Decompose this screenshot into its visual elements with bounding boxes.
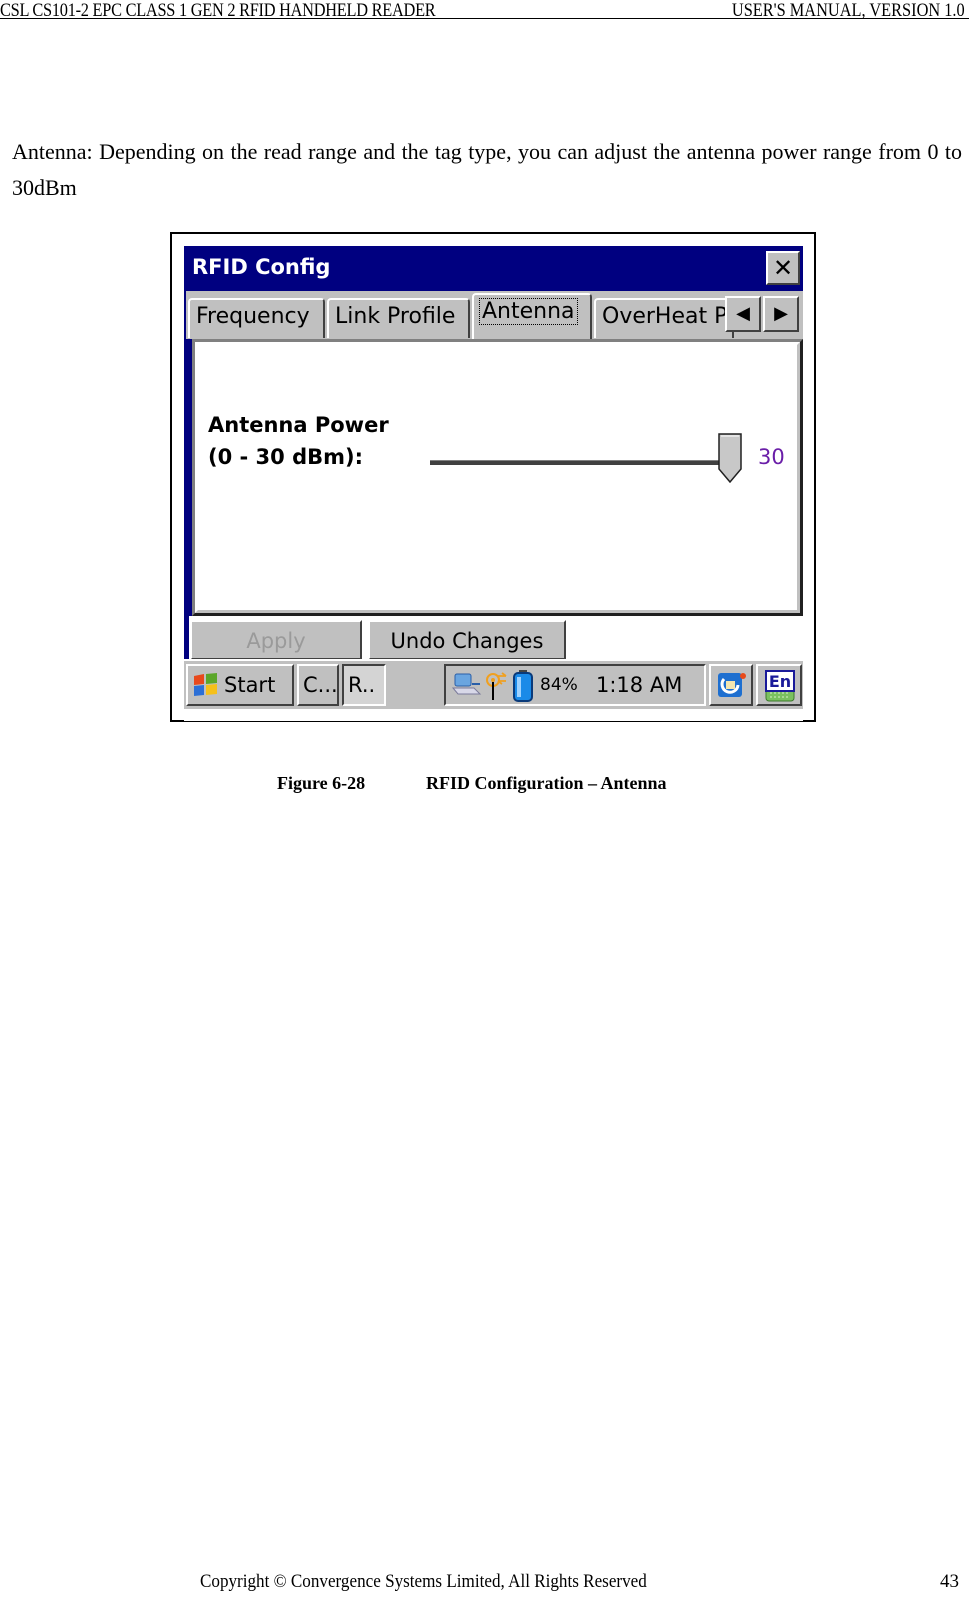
tab-scroll-right-button[interactable]: ▶ (763, 296, 799, 332)
input-language-button[interactable]: En (756, 664, 802, 706)
close-icon: ✕ (772, 254, 794, 282)
taskbar-task-c[interactable]: C... (297, 664, 339, 706)
system-tray: 84% 1:18 AM (444, 664, 706, 706)
tab-overheat[interactable]: OverHeat P (594, 298, 734, 338)
tab-frequency[interactable]: Frequency (188, 298, 325, 338)
activesync-icon (718, 673, 746, 697)
taskbar-task-r[interactable]: R.. (342, 664, 386, 706)
battery-icon[interactable] (512, 669, 534, 703)
activesync-button[interactable] (709, 664, 753, 706)
windows-logo-icon (194, 673, 217, 696)
tab-scroll-left-button[interactable]: ◀ (725, 296, 761, 332)
tab-label: OverHeat P (602, 304, 728, 329)
tab-antenna[interactable]: Antenna (472, 293, 592, 339)
window-title: RFID Config (192, 255, 331, 279)
arrow-right-icon: ▶ (774, 303, 788, 324)
rfid-config-window: RFID Config ✕ Frequency Link Profile Ant… (184, 246, 803, 660)
input-language-en-icon: En (765, 670, 795, 702)
close-button[interactable]: ✕ (766, 251, 800, 285)
copyright-footer: Copyright © Convergence Systems Limited,… (200, 1571, 647, 1592)
battery-percent: 84% (540, 675, 578, 695)
body-paragraph: Antenna: Depending on the read range and… (12, 139, 962, 200)
apply-button[interactable]: Apply (190, 620, 362, 660)
tab-link-profile[interactable]: Link Profile (327, 298, 470, 338)
clock[interactable]: 1:18 AM (596, 666, 682, 704)
start-label: Start (224, 673, 276, 697)
title-bar: RFID Config ✕ (184, 246, 803, 291)
antenna-panel: Antenna Power (0 - 30 dBm): 30 (192, 339, 803, 616)
tab-label: Frequency (196, 304, 310, 329)
antenna-power-slider-track[interactable] (430, 460, 730, 466)
start-button[interactable]: Start (186, 664, 294, 706)
header-rule (0, 18, 969, 19)
antenna-power-value: 30 (758, 445, 785, 469)
undo-changes-button[interactable]: Undo Changes (368, 620, 566, 660)
tab-label: Antenna (479, 298, 578, 325)
tab-strip: Frequency Link Profile Antenna OverHeat … (186, 291, 803, 339)
antenna-power-slider-thumb[interactable] (718, 433, 742, 483)
tab-label: Link Profile (335, 304, 456, 329)
page-number: 43 (940, 1571, 959, 1592)
action-button-row: Apply Undo Changes (184, 616, 803, 660)
svg-text:En: En (769, 672, 791, 691)
device-screenshot: RFID Config ✕ Frequency Link Profile Ant… (184, 246, 803, 721)
window-edge (184, 616, 189, 659)
network-icon[interactable] (452, 672, 482, 698)
wireless-signal-icon[interactable] (484, 670, 508, 702)
figure-title: RFID Configuration – Antenna (426, 773, 667, 793)
panel-inner: Antenna Power (0 - 30 dBm): 30 (195, 342, 800, 613)
arrow-left-icon: ◀ (736, 303, 750, 324)
antenna-power-range-label: (0 - 30 dBm): (208, 445, 363, 469)
taskbar: Start C... R.. 84% 1:18 AM En (184, 659, 803, 709)
antenna-power-label: Antenna Power (208, 413, 389, 437)
figure-number: Figure 6-28 (277, 773, 366, 793)
